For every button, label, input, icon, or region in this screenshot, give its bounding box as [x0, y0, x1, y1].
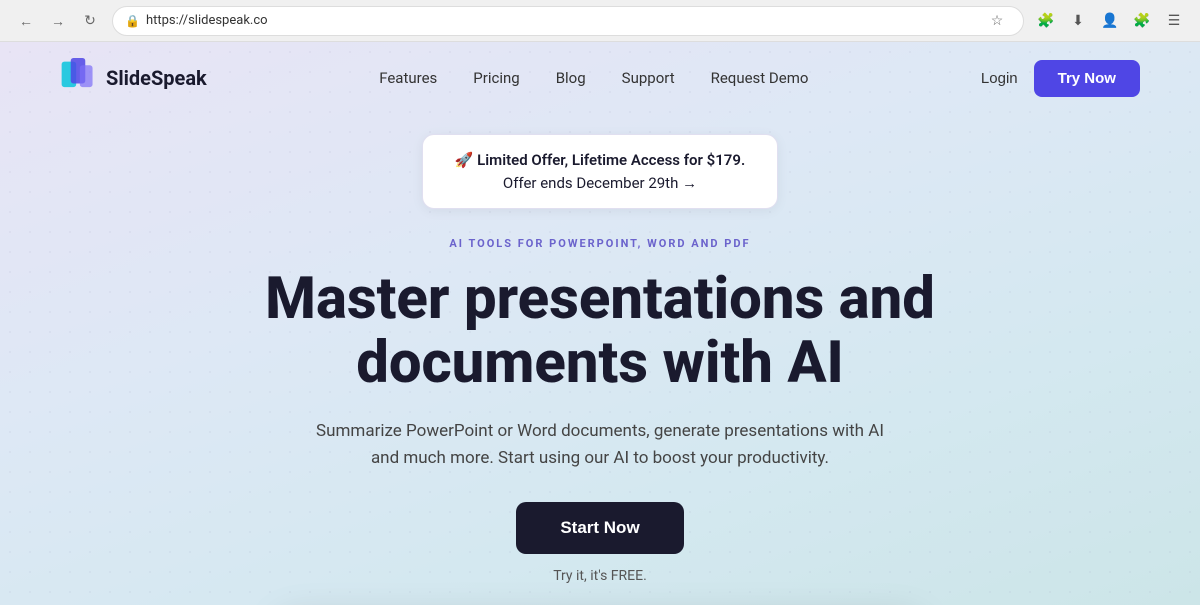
login-button[interactable]: Login	[981, 70, 1018, 87]
offer-line2: Offer ends December 29th →	[455, 172, 745, 195]
navbar: SlideSpeak Features Pricing Blog Support…	[0, 42, 1200, 114]
address-bar[interactable]: 🔒 https://slidespeak.co ☆	[112, 6, 1024, 36]
star-icon: ☆	[991, 12, 1004, 29]
hero-description: Summarize PowerPoint or Word documents, …	[310, 418, 890, 472]
forward-icon: →	[51, 13, 65, 29]
logo[interactable]: SlideSpeak	[60, 58, 207, 98]
refresh-button[interactable]: ↻	[76, 7, 104, 35]
bookmark-button[interactable]: ☆	[983, 7, 1011, 35]
free-text: Try it, it's FREE.	[553, 568, 647, 584]
nav-blog[interactable]: Blog	[556, 69, 586, 87]
hero-heading-line1: Master presentations and	[265, 265, 935, 333]
puzzle-button[interactable]: 🧩	[1128, 7, 1156, 35]
offer-text-line1: 🚀 Limited Offer, Lifetime Access for $17…	[455, 151, 745, 169]
browser-nav-buttons: ← → ↻	[12, 7, 104, 35]
menu-icon: ☰	[1168, 12, 1181, 29]
logo-text: SlideSpeak	[106, 66, 207, 90]
downloads-icon: ⬇	[1072, 12, 1084, 29]
nav-request-demo[interactable]: Request Demo	[711, 69, 809, 87]
hero-heading: Master presentations and documents with …	[265, 268, 935, 396]
refresh-icon: ↻	[84, 12, 96, 29]
profile-button[interactable]: 👤	[1096, 7, 1124, 35]
puzzle-icon: 🧩	[1133, 12, 1150, 29]
nav-features[interactable]: Features	[379, 69, 437, 87]
profile-icon: 👤	[1101, 12, 1118, 29]
offer-banner: 🚀 Limited Offer, Lifetime Access for $17…	[422, 134, 778, 209]
browser-actions: 🧩 ⬇ 👤 🧩 ☰	[1032, 7, 1188, 35]
nav-support[interactable]: Support	[622, 69, 675, 87]
nav-pricing[interactable]: Pricing	[473, 69, 519, 87]
hero-heading-line2: documents with AI	[356, 329, 844, 397]
logo-icon	[60, 58, 96, 98]
menu-button[interactable]: ☰	[1160, 7, 1188, 35]
lock-icon: 🔒	[125, 14, 140, 28]
url-text: https://slidespeak.co	[146, 13, 977, 28]
hero-subtitle: AI TOOLS FOR POWERPOINT, WORD AND PDF	[449, 237, 750, 250]
downloads-button[interactable]: ⬇	[1064, 7, 1092, 35]
nav-actions: Login Try Now	[981, 60, 1140, 97]
page-wrapper: SlideSpeak Features Pricing Blog Support…	[0, 42, 1200, 605]
forward-button[interactable]: →	[44, 7, 72, 35]
offer-line1: 🚀 Limited Offer, Lifetime Access for $17…	[455, 149, 745, 172]
nav-links: Features Pricing Blog Support Request De…	[379, 69, 808, 87]
extensions-button[interactable]: 🧩	[1032, 7, 1060, 35]
hero-section: 🚀 Limited Offer, Lifetime Access for $17…	[0, 114, 1200, 605]
browser-chrome: ← → ↻ 🔒 https://slidespeak.co ☆ 🧩 ⬇ 👤 🧩 …	[0, 0, 1200, 42]
back-icon: ←	[19, 13, 33, 29]
start-now-button[interactable]: Start Now	[516, 502, 683, 554]
extensions-icon: 🧩	[1037, 12, 1054, 29]
back-button[interactable]: ←	[12, 7, 40, 35]
try-now-button[interactable]: Try Now	[1034, 60, 1140, 97]
